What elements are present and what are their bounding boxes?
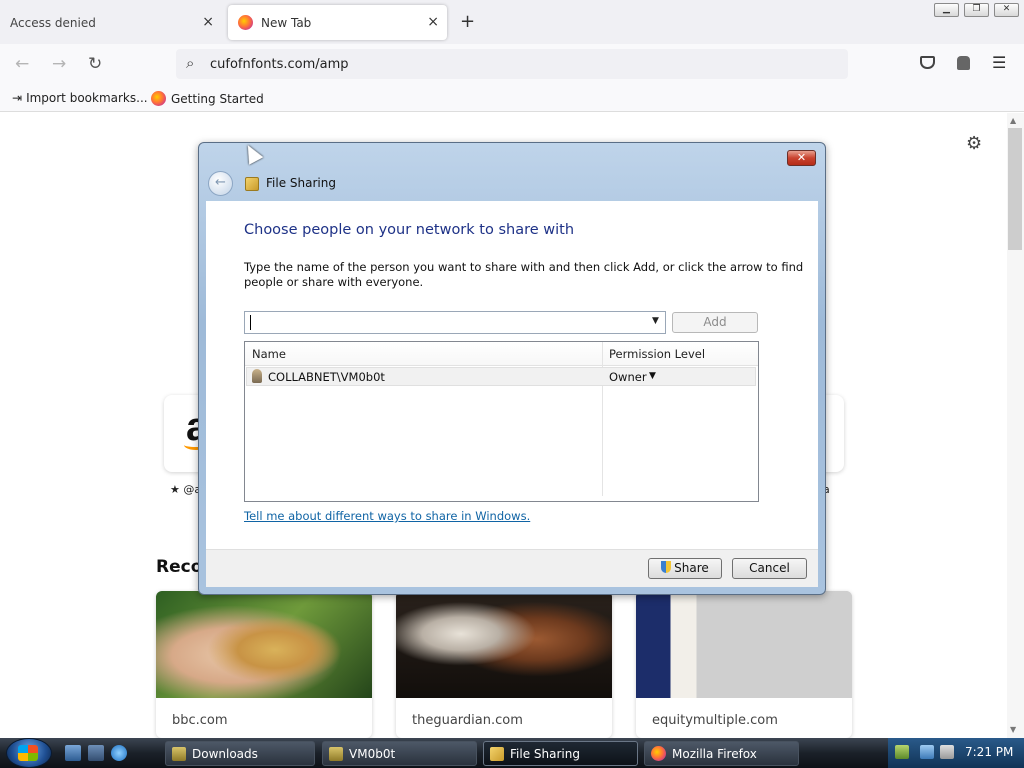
folder-icon <box>329 746 343 761</box>
gear-icon[interactable]: ⚙ <box>966 133 982 154</box>
bookmark-import[interactable]: ⇥ Import bookmarks... <box>12 91 148 105</box>
tab-new-tab[interactable]: New Tab × <box>228 5 447 40</box>
dialog-footer <box>206 549 818 587</box>
taskbar-item-firefox[interactable]: Mozilla Firefox <box>644 741 799 766</box>
dialog-back-button[interactable]: ← <box>208 171 233 196</box>
firefox-icon <box>651 746 666 761</box>
tab-close-icon[interactable]: × <box>202 14 214 30</box>
extensions-icon[interactable] <box>957 56 970 70</box>
import-icon: ⇥ <box>12 91 23 105</box>
new-tab-button[interactable]: + <box>460 11 475 32</box>
firefox-icon <box>238 15 253 30</box>
taskbar-item-label: Downloads <box>192 746 258 761</box>
user-name-combobox[interactable] <box>244 311 666 334</box>
scrollbar-thumb[interactable] <box>1008 128 1022 250</box>
column-header-permission[interactable]: Permission Level <box>609 347 705 361</box>
text-caret <box>250 315 251 330</box>
taskbar-item-downloads[interactable]: Downloads <box>165 741 315 766</box>
volume-muted-icon[interactable] <box>940 745 954 759</box>
uac-shield-icon <box>661 561 672 573</box>
tab-close-icon[interactable]: × <box>427 14 439 30</box>
taskbar-item-label: VM0b0t <box>349 746 396 761</box>
internet-explorer-icon[interactable] <box>111 745 127 761</box>
bookmark-label: Import bookmarks... <box>26 91 148 105</box>
permission-dropdown[interactable]: Owner <box>609 370 647 384</box>
restore-button[interactable]: ❐ <box>964 3 989 17</box>
dialog-heading: Choose people on your network to share w… <box>244 222 575 238</box>
firefox-icon <box>151 91 166 106</box>
folder-icon <box>172 746 186 761</box>
pocket-icon[interactable] <box>920 56 935 69</box>
minimize-button[interactable]: ▁ <box>934 3 959 17</box>
dialog-instructions: Type the name of the person you want to … <box>244 260 804 289</box>
taskbar-item-vm0b0t[interactable]: VM0b0t <box>322 741 477 766</box>
tray-app-icon[interactable] <box>895 745 909 759</box>
scroll-up-icon[interactable]: ▲ <box>1010 116 1016 125</box>
taskbar-clock[interactable]: 7:21 PM <box>965 745 1013 759</box>
cancel-button[interactable]: Cancel <box>732 558 807 579</box>
switch-windows-icon[interactable] <box>88 745 104 761</box>
window-close-button[interactable]: ✕ <box>994 3 1019 17</box>
dialog-title: File Sharing <box>266 176 336 190</box>
story-source: bbc.com <box>172 713 228 728</box>
menu-icon[interactable]: ☰ <box>992 53 1006 72</box>
back-icon[interactable]: ← <box>15 54 29 74</box>
dialog-close-button[interactable]: ✕ <box>787 150 816 166</box>
row-user-name: COLLABNET\VM0b0t <box>268 370 385 384</box>
help-link[interactable]: Tell me about different ways to share in… <box>244 509 530 523</box>
column-header-name[interactable]: Name <box>252 347 286 361</box>
file-sharing-icon <box>490 746 504 761</box>
user-icon <box>252 369 262 383</box>
windows-logo-icon <box>18 745 38 761</box>
story-card[interactable]: bbc.com <box>156 591 372 738</box>
share-button[interactable]: Share <box>648 558 722 579</box>
story-source: equitymultiple.com <box>652 713 778 728</box>
file-sharing-icon <box>245 177 259 191</box>
url-text[interactable]: cufofnfonts.com/amp <box>210 57 349 72</box>
tab-access-denied[interactable]: Access denied × <box>0 5 222 40</box>
network-icon[interactable] <box>920 745 934 759</box>
taskbar-item-file-sharing[interactable]: File Sharing <box>483 741 638 766</box>
story-image <box>156 591 372 698</box>
tab-title: New Tab <box>261 15 312 30</box>
story-source: theguardian.com <box>412 713 523 728</box>
bookmark-getting-started[interactable]: Getting Started <box>151 91 264 106</box>
story-card[interactable]: equitymultiple.com <box>636 591 852 738</box>
taskbar-item-label: File Sharing <box>510 746 580 761</box>
tab-title: Access denied <box>10 15 96 30</box>
scroll-down-icon[interactable]: ▼ <box>1010 725 1016 734</box>
share-button-label: Share <box>674 561 709 575</box>
reload-icon[interactable]: ↻ <box>88 54 102 74</box>
search-icon: ⌕ <box>186 54 195 72</box>
column-divider <box>602 342 603 496</box>
show-desktop-icon[interactable] <box>65 745 81 761</box>
story-card[interactable]: theguardian.com <box>396 591 612 738</box>
story-image <box>636 591 852 698</box>
taskbar-item-label: Mozilla Firefox <box>672 746 757 761</box>
chevron-down-icon[interactable]: ▼ <box>652 316 659 326</box>
forward-icon[interactable]: → <box>52 54 66 74</box>
top-site-label[interactable]: ★ @a <box>170 483 201 496</box>
story-image <box>396 591 612 698</box>
add-button[interactable]: Add <box>672 312 758 333</box>
bookmark-label: Getting Started <box>171 91 264 106</box>
chevron-down-icon[interactable]: ▼ <box>649 371 656 381</box>
